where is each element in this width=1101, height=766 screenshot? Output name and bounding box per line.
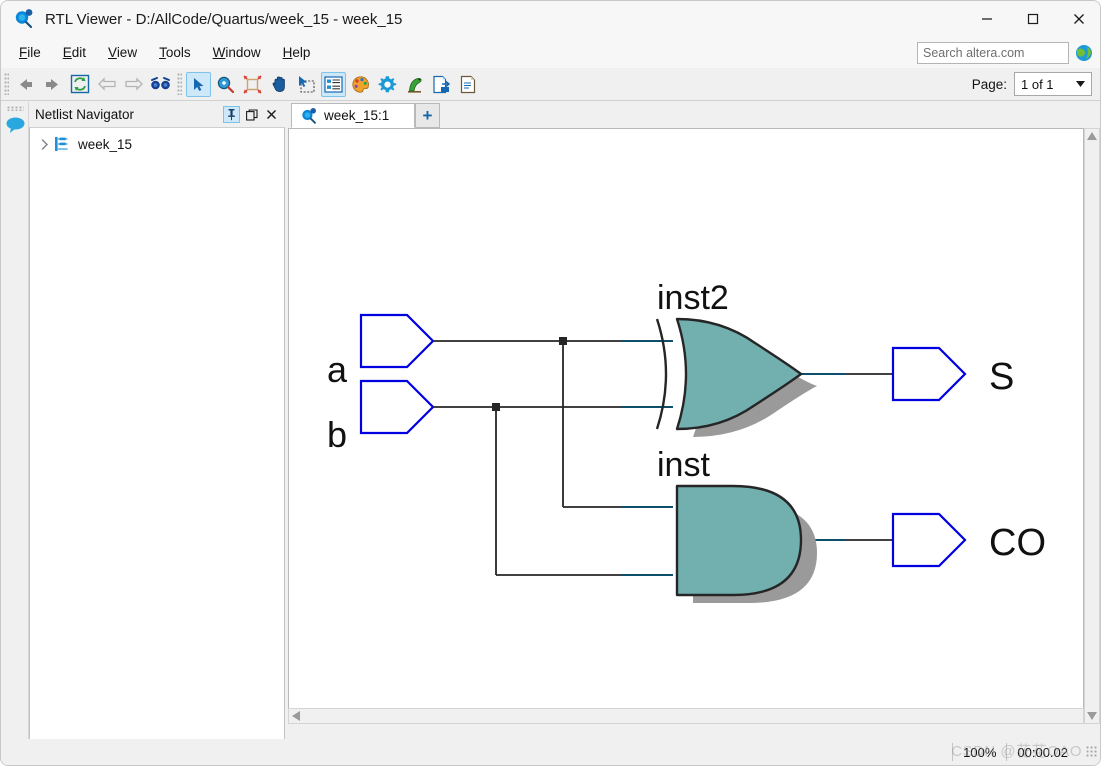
message-bubble-icon[interactable] [5, 116, 26, 134]
toolbar-grip-2[interactable] [177, 73, 182, 95]
schematic-svg: a b inst2 inst S CO [327, 279, 1046, 603]
zoom-level: 100% [952, 743, 1006, 761]
svg-text:a: a [327, 349, 348, 390]
next-page-icon[interactable] [121, 72, 146, 97]
globe-icon[interactable] [1074, 43, 1094, 63]
color-palette-icon[interactable] [348, 72, 373, 97]
settings-gear-icon[interactable] [375, 72, 400, 97]
title-bar: RTL Viewer - D:/AllCode/Quartus/week_15 … [1, 1, 1100, 37]
page-select[interactable]: 1 of 1 [1014, 72, 1092, 96]
svg-text:inst2: inst2 [657, 279, 729, 317]
output-port-s[interactable]: S [891, 346, 1014, 402]
tab-week-15-1[interactable]: week_15:1 [291, 103, 415, 128]
page-label: Page: [971, 76, 1007, 92]
toolbar-grip[interactable] [4, 73, 9, 95]
rtl-viewer-icon [300, 107, 318, 125]
scroll-down-icon[interactable] [1085, 709, 1099, 723]
rtl-viewer-window: RTL Viewer - D:/AllCode/Quartus/week_15 … [0, 0, 1101, 766]
netlist-navigator-header: Netlist Navigator [29, 102, 285, 128]
page-navigation: Page: 1 of 1 [972, 72, 1092, 96]
print-icon[interactable] [456, 72, 481, 97]
netlist-navigator-panel: Netlist Navigator week_15 [29, 102, 285, 741]
hierarchy-icon [54, 136, 72, 152]
close-panel-icon[interactable] [263, 106, 280, 123]
rtl-viewer-icon [13, 8, 35, 30]
tab-strip: week_15:1 + [288, 102, 1100, 128]
maximize-button[interactable] [1010, 1, 1056, 37]
menu-bar: File Edit View Tools Window Help [1, 37, 1100, 68]
refresh-icon[interactable] [67, 72, 92, 97]
float-panel-icon[interactable] [243, 106, 260, 123]
search-input[interactable] [917, 41, 1069, 64]
wire-junctions [492, 337, 567, 411]
tree-item-week-15[interactable]: week_15 [30, 133, 284, 155]
svg-text:inst: inst [657, 446, 710, 484]
netlist-tree: week_15 [29, 128, 285, 741]
zoom-tool-icon[interactable] [213, 72, 238, 97]
svg-text:CO: CO [989, 522, 1046, 564]
horizontal-scrollbar[interactable] [288, 708, 1084, 724]
page-value: 1 of 1 [1021, 76, 1054, 92]
input-port-b[interactable]: b [327, 379, 435, 455]
scroll-left-icon[interactable] [289, 709, 303, 723]
export-icon[interactable] [429, 72, 454, 97]
schematic-area: week_15:1 + a b inst2 inst S CO [288, 102, 1100, 741]
panel-header-buttons [223, 106, 280, 123]
panel-title: Netlist Navigator [35, 107, 135, 122]
probe-icon[interactable] [402, 72, 427, 97]
tab-label: week_15:1 [324, 108, 390, 123]
find-icon[interactable] [148, 72, 173, 97]
window-controls [964, 1, 1100, 37]
left-dock-rail [2, 102, 29, 741]
status-right-group: 100% 00:00.02 [952, 739, 1100, 765]
toolbar: Page: 1 of 1 [1, 68, 1100, 101]
search-area [917, 41, 1094, 64]
chevron-down-icon [1076, 81, 1085, 87]
svg-text:b: b [327, 414, 347, 455]
window-title: RTL Viewer - D:/AllCode/Quartus/week_15 … [45, 10, 403, 28]
area-select-icon[interactable] [294, 72, 319, 97]
back-icon[interactable] [13, 72, 38, 97]
select-tool-icon[interactable] [186, 71, 211, 97]
menu-window[interactable]: Window [203, 42, 271, 63]
vertical-scrollbar[interactable] [1084, 128, 1100, 724]
input-port-a[interactable]: a [327, 313, 435, 390]
fit-in-window-icon[interactable] [240, 72, 265, 97]
rail-grip[interactable] [6, 106, 24, 111]
menu-edit[interactable]: Edit [53, 42, 96, 63]
scroll-up-icon[interactable] [1085, 129, 1099, 143]
menu-help[interactable]: Help [273, 42, 321, 63]
add-tab-button[interactable]: + [415, 103, 440, 128]
forward-icon[interactable] [40, 72, 65, 97]
schematic-canvas[interactable]: a b inst2 inst S CO [288, 128, 1084, 724]
gate-inst-and[interactable]: inst [657, 446, 817, 603]
close-button[interactable] [1056, 1, 1100, 37]
pin-panel-icon[interactable] [223, 106, 240, 123]
resize-grip[interactable] [1086, 746, 1098, 758]
tree-item-label: week_15 [78, 136, 133, 152]
menu-tools[interactable]: Tools [149, 42, 201, 63]
chevron-right-icon[interactable] [38, 137, 52, 151]
menu-file[interactable]: File [9, 42, 51, 63]
elapsed-time: 00:00.02 [1006, 743, 1078, 761]
gate-inst2-xor[interactable]: inst2 [655, 279, 817, 437]
hand-tool-icon[interactable] [267, 72, 292, 97]
output-port-co[interactable]: CO [891, 512, 1046, 568]
menu-view[interactable]: View [98, 42, 147, 63]
status-bar: 100% 00:00.02 [1, 739, 1100, 765]
minimize-button[interactable] [964, 1, 1010, 37]
previous-page-icon[interactable] [94, 72, 119, 97]
netlist-navigator-icon[interactable] [321, 71, 346, 97]
svg-text:S: S [989, 356, 1014, 398]
